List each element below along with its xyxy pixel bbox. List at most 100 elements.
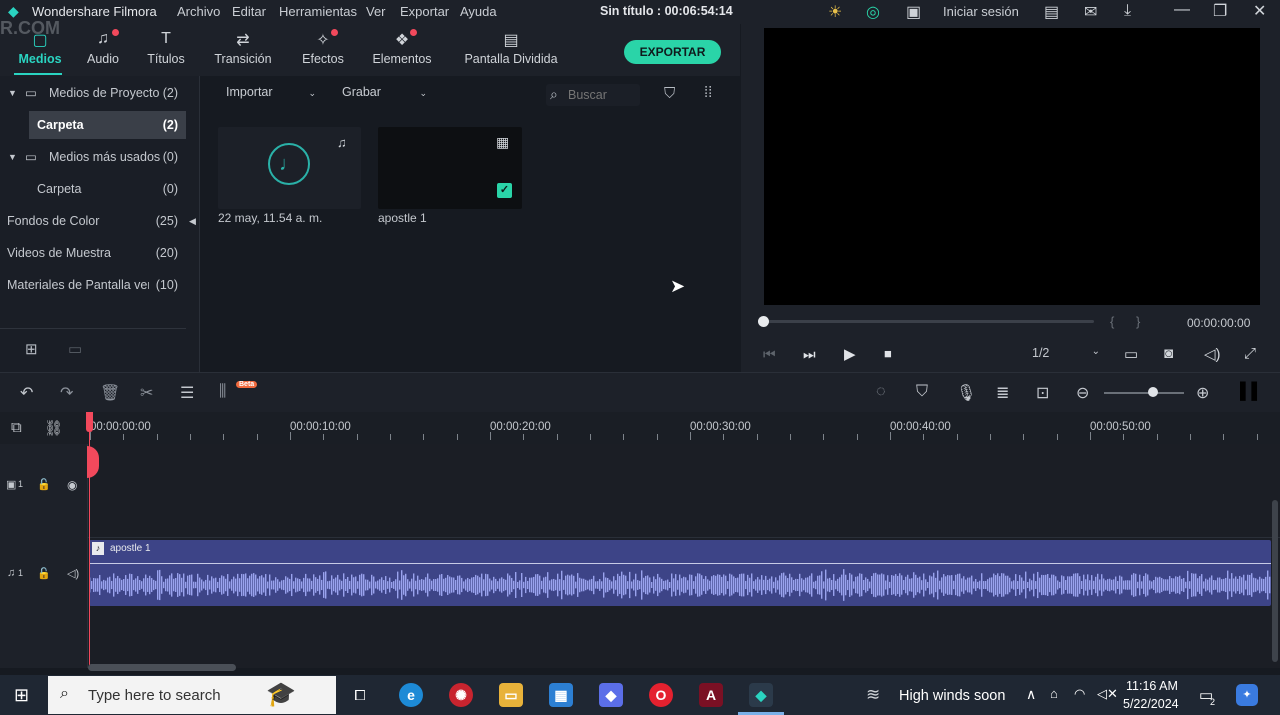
prev-frame-icon[interactable]: ⏮ [763, 346, 776, 363]
audio-mixer-icon[interactable]: ≣ [996, 383, 1009, 403]
copilot-icon[interactable]: ✦ [1236, 684, 1258, 706]
mark-brackets[interactable]: { } [1110, 314, 1140, 329]
waveform-bar [263, 577, 265, 593]
store-icon[interactable]: ▦ [549, 683, 573, 707]
weather-text[interactable]: High winds soon [899, 688, 1005, 704]
folder-carpeta[interactable]: Carpeta (0) [0, 175, 186, 203]
project-title: Sin título : 00:06:54:14 [600, 4, 733, 18]
delete-icon[interactable]: 🗑 [100, 383, 120, 403]
folder-videos-de-muestra[interactable]: Videos de Muestra (20) [0, 239, 186, 267]
zoom-slider-handle[interactable] [1148, 387, 1158, 397]
volume-icon[interactable]: ◁) [1204, 345, 1221, 363]
close-icon[interactable]: ✕ [1253, 1, 1266, 21]
marker-icon[interactable]: ⛉ [916, 383, 928, 401]
video-track[interactable] [0, 444, 1280, 538]
edge-icon[interactable]: e [399, 683, 423, 707]
media-thumb-video[interactable]: ▦ ✓ [378, 127, 522, 209]
lock-icon[interactable]: 🔓 [37, 478, 51, 491]
filmora-taskbar-icon[interactable]: ◆ [749, 683, 773, 707]
menu-exportar[interactable]: Exportar [400, 4, 449, 19]
display-icon[interactable]: ▭ [1124, 345, 1138, 363]
wifi-icon[interactable]: ◠ [1074, 686, 1085, 702]
timeline-vertical-scrollbar[interactable] [1272, 500, 1278, 662]
folder-outline-icon[interactable]: ▭ [68, 340, 82, 358]
zoom-in-icon[interactable]: ⊕ [1196, 383, 1209, 403]
fullscreen-icon[interactable]: ⤢ [1244, 345, 1256, 362]
play-icon[interactable]: ▶ [844, 345, 856, 363]
tab-titulos[interactable]: T Títulos [126, 24, 206, 76]
zoom-slider[interactable] [1104, 392, 1184, 394]
maximize-icon[interactable]: ❐ [1213, 1, 1227, 21]
pause-bars-icon[interactable]: ▌▌ [1240, 383, 1263, 401]
snapshot-camera-icon[interactable]: ◙ [1164, 345, 1173, 362]
network-icon[interactable]: ⌂ [1050, 686, 1058, 701]
speaker-icon[interactable]: ◁) [67, 567, 79, 580]
collapse-panel-icon[interactable]: ◀ [189, 216, 196, 227]
mail-icon[interactable]: ✉ [1084, 2, 1097, 22]
weather-wind-icon[interactable]: ≋ [866, 685, 880, 705]
download-icon[interactable]: ⤓ [1124, 2, 1131, 20]
login-link[interactable]: Iniciar sesión [943, 4, 1019, 19]
menu-ayuda[interactable]: Ayuda [460, 4, 497, 19]
tab-transicion[interactable]: ⇄ Transición [203, 24, 283, 76]
volume-muted-icon[interactable]: ◁✕ [1097, 686, 1118, 702]
tab-efectos[interactable]: ✧ Efectos [283, 24, 363, 76]
audio-clip[interactable]: ♪ apostle 1 [89, 540, 1271, 606]
grid-view-icon[interactable]: ⁞⁞ [704, 84, 712, 101]
app-red-icon[interactable]: ✺ [449, 683, 473, 707]
folder-carpeta-selected[interactable]: Carpeta (2) [29, 111, 186, 139]
file-explorer-icon[interactable]: ▭ [499, 683, 523, 707]
cut-icon[interactable]: ✂ [140, 383, 153, 403]
minimize-icon[interactable]: — [1174, 1, 1190, 19]
app-a-icon[interactable]: A [699, 683, 723, 707]
preview-scrubber[interactable] [762, 320, 1094, 323]
zoom-out-icon[interactable]: ⊖ [1076, 383, 1089, 403]
eye-icon[interactable]: ◉ [67, 478, 77, 492]
gift-icon[interactable]: ▣ [906, 2, 921, 22]
clock-time[interactable]: 11:16 AM [1126, 679, 1178, 693]
microphone-icon[interactable]: 🎙 [956, 383, 976, 403]
lightbulb-icon[interactable]: ☀ [828, 2, 842, 22]
audio-stretch-icon[interactable]: ⫼ [219, 383, 226, 401]
timeline-ruler[interactable]: ⧉ ⛓ 00:00:00:00 00:00:10:00 00:00:20:00 00:… [0, 412, 1280, 444]
lock-icon[interactable]: 🔓 [37, 567, 51, 580]
support-headset-icon[interactable]: ◎ [866, 2, 880, 22]
record-dropdown[interactable]: Grabar ⌄ [342, 85, 427, 105]
folder-fondos-de-color[interactable]: Fondos de Color (25) [0, 207, 186, 235]
filter-icon[interactable]: ⛉ [664, 85, 675, 102]
tab-elementos[interactable]: ❖ Elementos [362, 24, 442, 76]
folder-medios-mas-usados[interactable]: ▼ ▭ Medios más usados (0) [0, 143, 186, 171]
taskbar-search[interactable]: ⌕ Type here to search 🎓 [48, 676, 336, 714]
menu-herramientas[interactable]: Herramientas [279, 4, 357, 19]
tab-pantalla-dividida[interactable]: ▤ Pantalla Dividida [462, 24, 560, 76]
task-view-icon[interactable]: ⧠ [348, 683, 372, 707]
app-blue-icon[interactable]: ◆ [599, 683, 623, 707]
folder-medios-proyecto[interactable]: ▼ ▭ Medios de Proyecto (2) [0, 79, 186, 107]
render-icon[interactable]: ◌ [876, 383, 886, 401]
stop-icon[interactable]: ■ [884, 346, 892, 361]
menu-ver[interactable]: Ver [366, 4, 386, 19]
tray-chevron-up-icon[interactable]: ∧ [1026, 686, 1036, 703]
save-icon[interactable]: ▤ [1044, 2, 1059, 22]
clock-date[interactable]: 5/22/2024 [1123, 697, 1179, 711]
timeline-horizontal-scrollbar[interactable] [88, 664, 236, 671]
windows-start-icon[interactable]: ⊞ [14, 685, 29, 706]
opera-icon[interactable]: O [649, 683, 673, 707]
menu-archivo[interactable]: Archivo [177, 4, 220, 19]
media-thumb-audio[interactable]: ♩ ♫ [218, 127, 361, 209]
snapshot-icon[interactable]: ⊡ [1036, 383, 1049, 403]
quality-dropdown[interactable]: 1/2 ⌄ [1032, 346, 1100, 364]
redo-icon[interactable]: ↷ [60, 383, 73, 403]
playhead-marker[interactable] [86, 412, 93, 432]
new-folder-icon[interactable]: ⊞ [25, 340, 38, 358]
search-field[interactable]: ⌕ [546, 84, 640, 106]
search-input[interactable] [568, 86, 636, 104]
step-play-icon[interactable]: ⏭ [803, 346, 816, 363]
menu-editar[interactable]: Editar [232, 4, 266, 19]
undo-icon[interactable]: ↶ [20, 383, 33, 403]
import-dropdown[interactable]: Importar ⌄ [226, 85, 316, 105]
folder-materiales-pantalla-verde[interactable]: Materiales de Pantalla verc (10) [0, 271, 186, 299]
scrubber-handle[interactable] [758, 316, 769, 327]
export-button[interactable]: EXPORTAR [624, 40, 721, 64]
adjust-icon[interactable]: ☰ [180, 383, 194, 403]
